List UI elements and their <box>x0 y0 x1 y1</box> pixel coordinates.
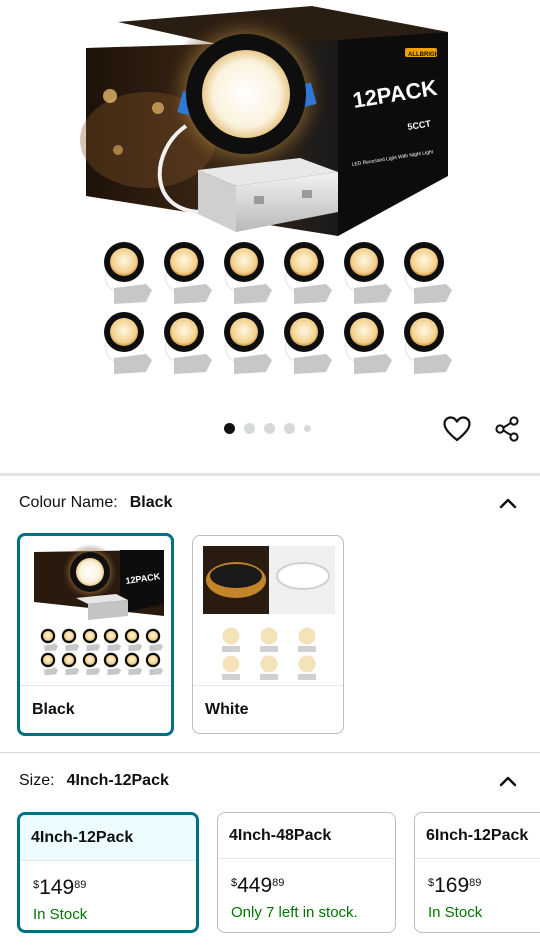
colour-option-thumbnail <box>193 536 343 686</box>
carousel-dot[interactable] <box>244 423 255 434</box>
size-label: Size: <box>19 772 55 789</box>
colour-option-black[interactable]: 12PACK Black <box>17 533 174 736</box>
size-option-price: $ 169 89 <box>428 874 481 898</box>
size-option-label: 4Inch-48Pack <box>218 813 395 859</box>
size-option-price: $ 149 89 <box>33 876 86 900</box>
wishlist-button[interactable] <box>440 412 474 446</box>
size-option-label: 4Inch-12Pack <box>20 815 196 861</box>
box-brand-text: ALLBRIGHT <box>408 52 443 58</box>
size-selected-value: 4Inch-12Pack <box>66 772 169 789</box>
size-option-4inch-12pack[interactable]: 4Inch-12Pack $ 149 89 In Stock <box>17 812 199 933</box>
white-light-thumbnail <box>203 546 335 680</box>
mini-lights-grid <box>104 242 452 374</box>
share-icon <box>495 416 519 442</box>
colour-header[interactable]: Colour Name: Black <box>19 491 519 515</box>
colour-option-thumbnail: 12PACK <box>20 536 171 686</box>
carousel-dot[interactable] <box>284 423 295 434</box>
size-header[interactable]: Size: 4Inch-12Pack <box>19 769 519 793</box>
product-illustration: ALLBRIGHT 12PACK 5CCT LED Recessed Light… <box>80 6 452 374</box>
stock-status: In Stock <box>428 904 483 921</box>
carousel-dots[interactable] <box>224 423 311 434</box>
colour-option-white[interactable]: White <box>192 535 344 734</box>
black-light-thumbnail: 12PACK <box>34 544 164 676</box>
price-fraction: 89 <box>74 879 87 891</box>
section-divider <box>0 752 540 753</box>
price-whole: 149 <box>39 876 75 899</box>
price-whole: 449 <box>237 874 273 897</box>
heart-icon <box>443 416 471 442</box>
size-option-label: 6Inch-12Pack <box>415 813 540 859</box>
stock-status: Only 7 left in stock. <box>231 904 358 921</box>
size-option-price: $ 449 89 <box>231 874 284 898</box>
colour-option-label: White <box>205 701 249 718</box>
carousel-dot[interactable] <box>264 423 275 434</box>
share-button[interactable] <box>490 412 524 446</box>
carousel-dot[interactable] <box>224 423 235 434</box>
carousel-dot[interactable] <box>304 425 311 432</box>
section-divider <box>0 473 540 476</box>
chevron-up-icon[interactable] <box>497 492 519 514</box>
colour-label: Colour Name: <box>19 494 118 511</box>
colour-option-label: Black <box>32 701 75 718</box>
colour-selected-value: Black <box>129 494 173 511</box>
price-whole: 169 <box>434 874 470 897</box>
size-option-4inch-48pack[interactable]: 4Inch-48Pack $ 449 89 Only 7 left in sto… <box>217 812 396 933</box>
product-image[interactable]: ALLBRIGHT 12PACK 5CCT LED Recessed Light… <box>0 0 540 405</box>
chevron-up-icon[interactable] <box>497 770 519 792</box>
price-fraction: 89 <box>469 877 482 889</box>
price-fraction: 89 <box>272 877 285 889</box>
size-option-6inch-12pack[interactable]: 6Inch-12Pack $ 169 89 In Stock <box>414 812 540 933</box>
stock-status: In Stock <box>33 906 88 923</box>
